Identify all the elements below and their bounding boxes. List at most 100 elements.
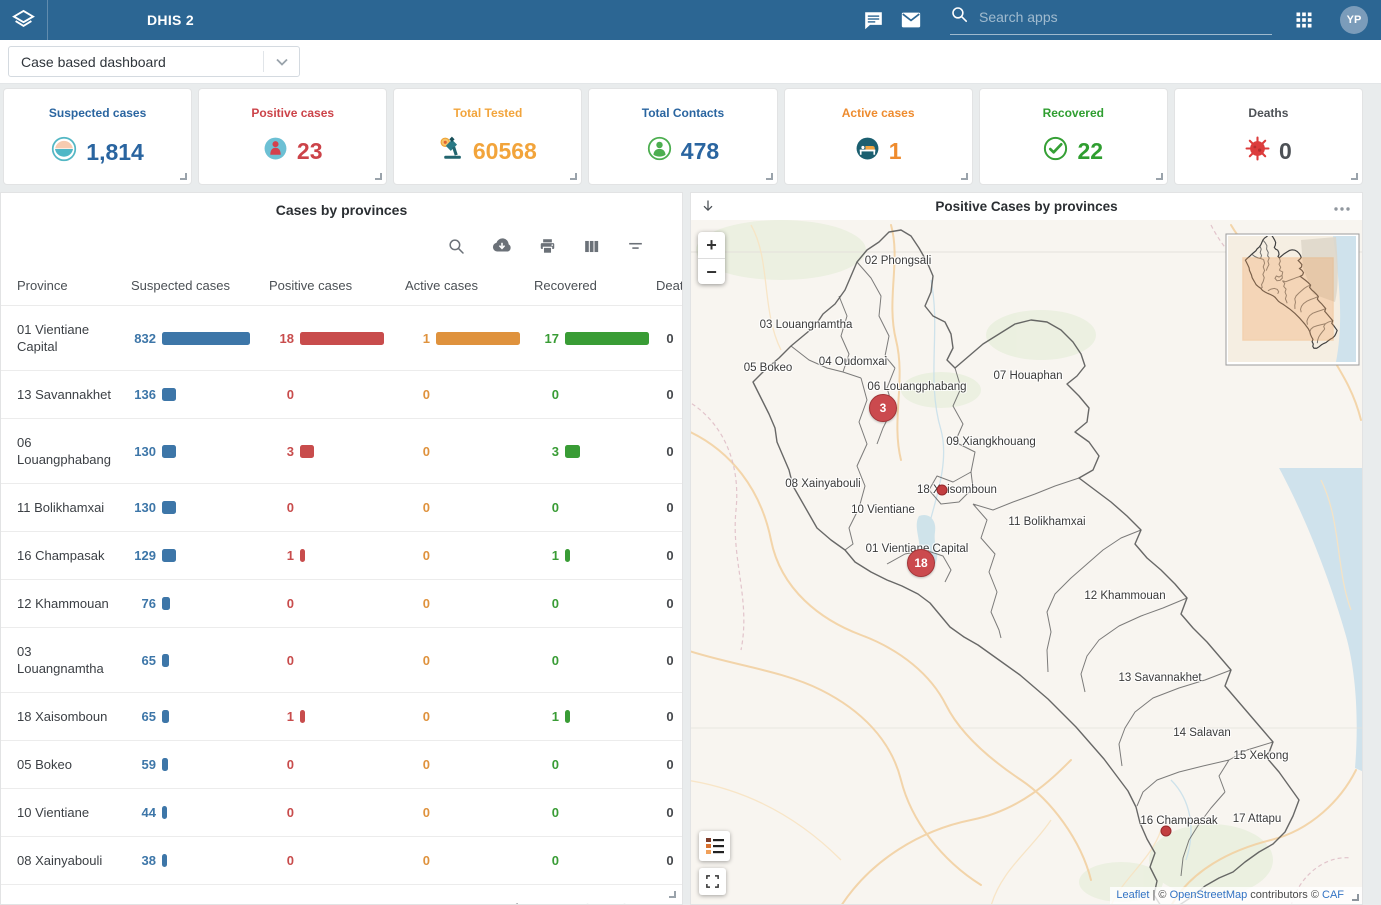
next-page-button[interactable]: › xyxy=(606,897,646,905)
deaths-cell: 0 xyxy=(656,853,683,868)
map-canvas[interactable]: + − Leaflet | © OpenStreetMap contributo… xyxy=(691,220,1362,904)
download-icon[interactable] xyxy=(491,235,513,257)
map-province-label: 06 Louangphabang xyxy=(867,381,966,393)
active-cell: 0 xyxy=(405,444,534,459)
search-apps-input[interactable] xyxy=(979,9,1272,25)
column-header[interactable]: Deaths xyxy=(656,278,683,293)
dashboard-selector-value: Case based dashboard xyxy=(9,54,263,70)
active-cell: 0 xyxy=(405,548,534,563)
resize-handle[interactable] xyxy=(766,173,773,180)
dhis2-logo[interactable] xyxy=(0,0,48,40)
active-cell: 0 xyxy=(405,387,534,402)
fullscreen-icon xyxy=(705,874,720,889)
province-name: 16 Champasak xyxy=(1,547,131,564)
map-province-label: 12 Khammouan xyxy=(1084,590,1165,602)
print-icon[interactable] xyxy=(538,237,557,256)
suspected-bar xyxy=(162,501,176,514)
map-marker[interactable]: 18 xyxy=(907,549,935,577)
resize-handle[interactable] xyxy=(1351,173,1358,180)
search-icon xyxy=(950,5,969,29)
resize-handle[interactable] xyxy=(669,891,676,898)
column-header[interactable]: Recovered xyxy=(534,278,656,293)
map-province-label: 10 Vientiane xyxy=(851,504,915,516)
recovered-cell: 0 xyxy=(534,653,656,668)
card-label: Deaths xyxy=(1175,106,1362,120)
suspected-bar xyxy=(162,806,167,819)
recovered-cell: 0 xyxy=(534,757,656,772)
user-avatar[interactable]: YP xyxy=(1340,6,1368,34)
resize-handle[interactable] xyxy=(1156,173,1163,180)
positive-cell: 18 xyxy=(269,331,405,346)
stat-card-deaths[interactable]: Deaths 0 xyxy=(1174,88,1363,185)
active-bar xyxy=(436,332,520,345)
carto-link[interactable]: CAF xyxy=(1322,889,1344,901)
column-header[interactable]: Active cases xyxy=(405,278,534,293)
rows-per-page-select[interactable]: 100 xyxy=(400,901,438,905)
suspected-cell: 65 xyxy=(131,709,269,724)
recovered-cell: 0 xyxy=(534,596,656,611)
table-row: 01 Vientiane Capital832181170 xyxy=(1,306,682,371)
pagination-range: 1-18 of 18 xyxy=(477,901,536,905)
province-name: 10 Vientiane xyxy=(1,804,131,821)
map-marker[interactable] xyxy=(1161,826,1172,837)
deaths-cell: 0 xyxy=(656,500,683,515)
suspected-cell: 832 xyxy=(131,331,269,346)
active-cell: 0 xyxy=(405,709,534,724)
stat-card-active-cases[interactable]: Active cases1 xyxy=(784,88,973,185)
map-legend-button[interactable] xyxy=(699,831,730,861)
zoom-out-button[interactable]: − xyxy=(698,258,725,284)
resize-handle[interactable] xyxy=(961,173,968,180)
previous-page-button[interactable]: ‹ xyxy=(566,897,606,905)
table-search-icon[interactable] xyxy=(447,237,466,256)
mask-face-icon xyxy=(51,136,77,168)
map-marker[interactable] xyxy=(937,485,948,496)
card-value: 60568 xyxy=(473,138,537,165)
stat-card-positive-cases[interactable]: Positive cases23 xyxy=(198,88,387,185)
stat-card-total-contacts[interactable]: Total Contacts478 xyxy=(588,88,777,185)
resize-handle[interactable] xyxy=(375,173,382,180)
messages-icon[interactable] xyxy=(863,10,884,31)
recovered-cell: 0 xyxy=(534,805,656,820)
map-marker[interactable]: 3 xyxy=(869,394,897,422)
dashboard-selector[interactable]: Case based dashboard xyxy=(8,46,300,77)
positive-cell: 0 xyxy=(269,853,405,868)
column-header[interactable]: Positive cases xyxy=(269,278,405,293)
resize-handle[interactable] xyxy=(1352,894,1359,901)
table-row: 13 Savannakhet1360000 xyxy=(1,371,682,419)
top-bar: DHIS 2 YP xyxy=(0,0,1381,40)
recovered-cell: 0 xyxy=(534,853,656,868)
hospital-bed-icon xyxy=(855,136,880,167)
column-header[interactable]: Province xyxy=(1,278,131,293)
minimap-inset xyxy=(1226,234,1359,365)
filter-icon[interactable] xyxy=(626,237,645,256)
card-value: 0 xyxy=(1279,138,1292,165)
resize-handle[interactable] xyxy=(570,173,577,180)
zoom-in-button[interactable]: + xyxy=(698,232,725,258)
card-label: Suspected cases xyxy=(4,106,191,120)
column-header[interactable]: Suspected cases xyxy=(131,278,269,293)
resize-handle[interactable] xyxy=(180,173,187,180)
suspected-bar xyxy=(162,710,169,723)
suspected-bar xyxy=(162,654,169,667)
recovered-cell: 0 xyxy=(534,500,656,515)
suspected-cell: 76 xyxy=(131,596,269,611)
leaflet-link[interactable]: Leaflet xyxy=(1116,889,1149,901)
app-search xyxy=(950,5,1272,35)
stat-card-total-tested[interactable]: Total Tested60568 xyxy=(393,88,582,185)
active-cell: 1 xyxy=(405,331,534,346)
recovered-cell: 1 xyxy=(534,548,656,563)
table-row: 10 Vientiane440000 xyxy=(1,789,682,837)
suspected-bar xyxy=(162,854,167,867)
openstreetmap-link[interactable]: OpenStreetMap xyxy=(1170,889,1248,901)
map-download-icon[interactable] xyxy=(700,198,716,220)
map-province-label: 05 Bokeo xyxy=(744,362,793,374)
fullscreen-button[interactable] xyxy=(699,868,726,895)
columns-icon[interactable] xyxy=(582,237,601,256)
province-name: 12 Khammouan xyxy=(1,595,131,612)
stat-card-suspected-cases[interactable]: Suspected cases1,814 xyxy=(3,88,192,185)
more-options-icon[interactable] xyxy=(1333,199,1351,217)
stat-card-recovered[interactable]: Recovered22 xyxy=(979,88,1168,185)
apps-grid-icon[interactable] xyxy=(1294,10,1314,30)
mail-icon[interactable] xyxy=(900,9,922,31)
positive-cell: 0 xyxy=(269,653,405,668)
